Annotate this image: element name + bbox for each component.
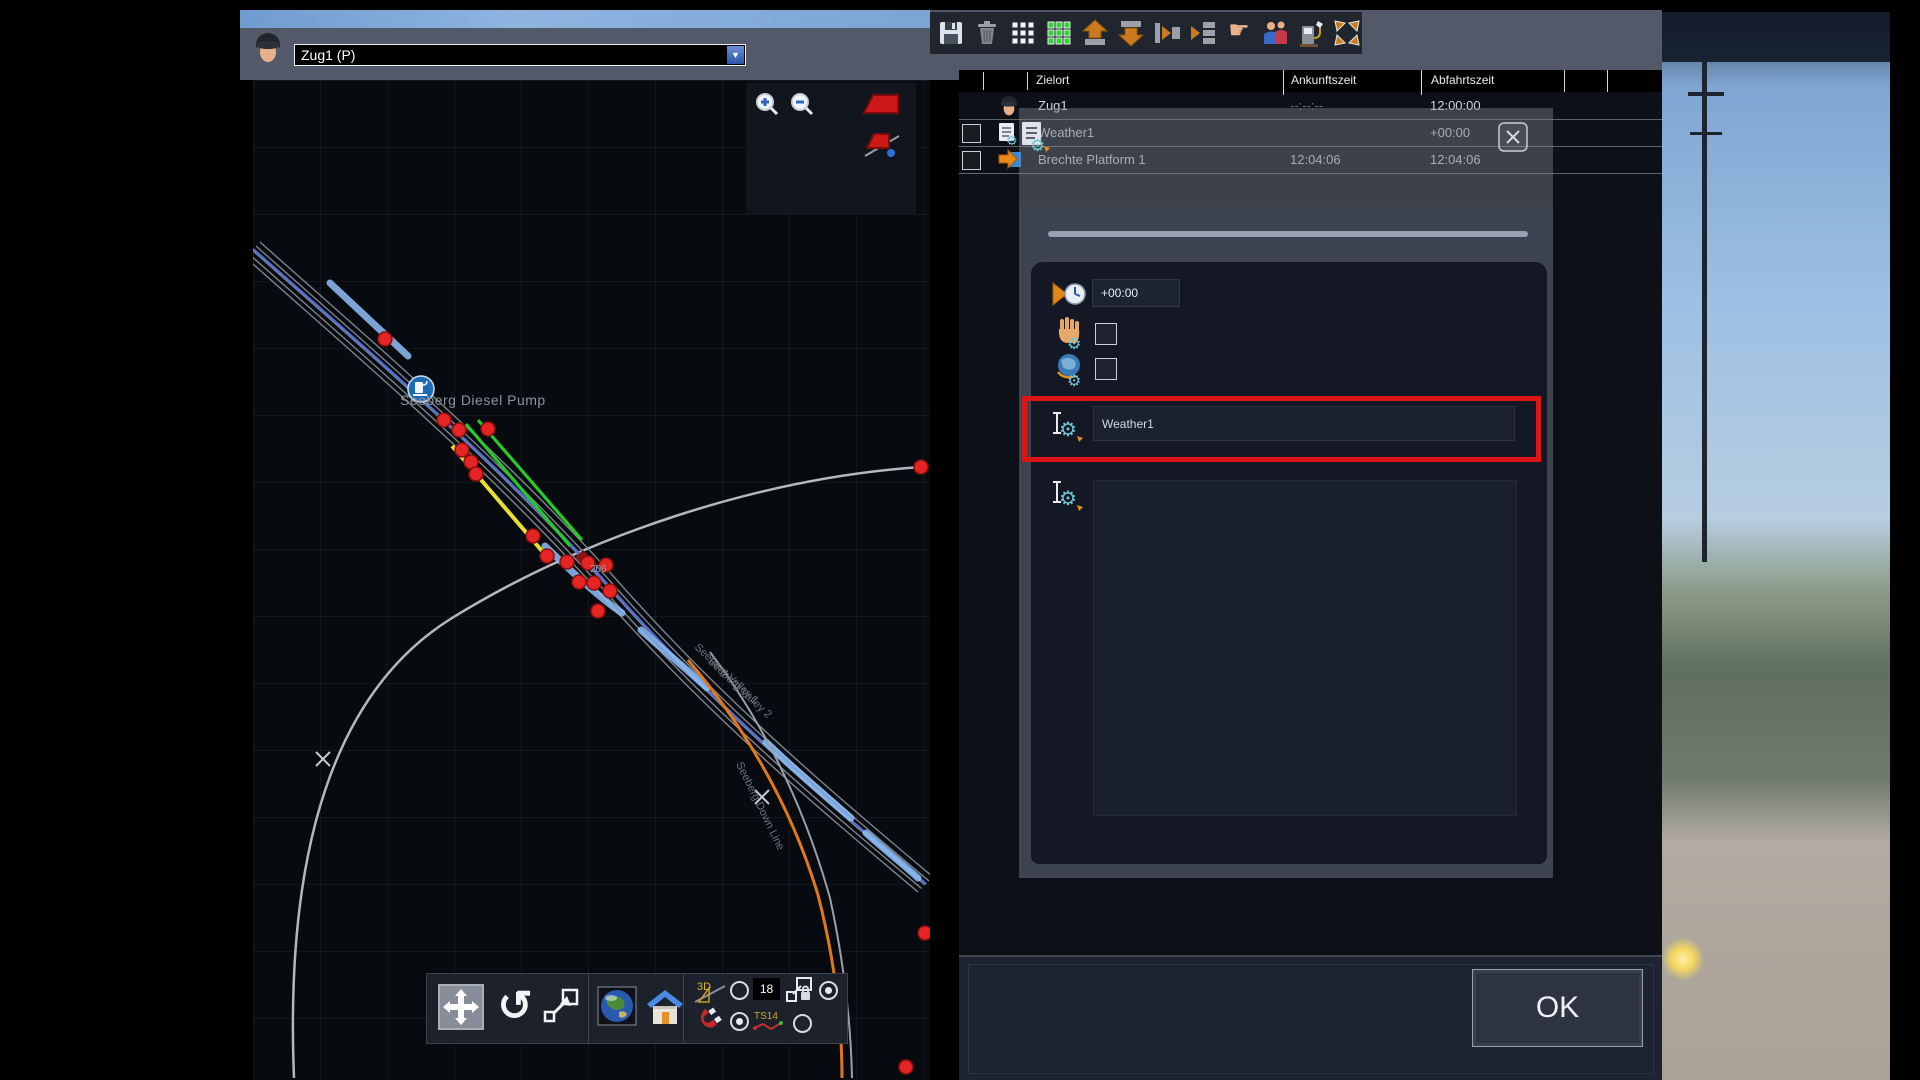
zoom-in-button[interactable]: [753, 90, 781, 118]
header-cell-empty: [1027, 72, 1028, 90]
screen: Zug1 (P) ▼ ☛: [0, 0, 1920, 1080]
dropdown-arrow-button[interactable]: ▼: [727, 46, 744, 64]
magnet-radio[interactable]: [730, 1012, 749, 1031]
insert-after-button[interactable]: [1188, 18, 1218, 48]
sky-strip: [240, 10, 930, 28]
bottom-action-panel: OK: [959, 955, 1662, 1080]
gradient-radio[interactable]: [730, 981, 749, 1000]
instruction-dialog: +00:00 ⚙ ⚙ ⚙ Weather1 ⚙: [1019, 108, 1553, 878]
rotate-tool-button[interactable]: ↺: [493, 982, 537, 1030]
map-canvas: Seeberg Diesel Pump 206 Seeberg Valley 1…: [253, 80, 930, 1080]
departure-time-icon: [1051, 278, 1089, 310]
select-pointer-button[interactable]: ☛: [1224, 16, 1254, 46]
catenary-pole: [1702, 62, 1707, 562]
header-cell-empty: [1564, 70, 1565, 92]
close-button[interactable]: [1498, 122, 1528, 152]
rename-weather-gear-icon: ⚙: [1049, 408, 1085, 442]
map-toolbar: ↺ 3D 18 TS14: [426, 973, 848, 1044]
pole-crossarm: [1688, 92, 1724, 96]
save-button[interactable]: [936, 18, 966, 48]
magnet-snap-icon[interactable]: [693, 1006, 725, 1032]
world-checkbox[interactable]: [1095, 358, 1117, 380]
route-map[interactable]: Seeberg Diesel Pump 206 Seeberg Valley 1…: [253, 80, 930, 1080]
ts14-icon[interactable]: TS14: [753, 1008, 785, 1032]
right-edge-bar: [1890, 0, 1920, 1080]
svg-text:⚙: ⚙: [1006, 133, 1018, 145]
gradient-3d-label: 3D: [697, 981, 711, 993]
dialog-divider-handle[interactable]: [1048, 231, 1528, 237]
passengers-button[interactable]: [1260, 18, 1290, 48]
move-selection-button[interactable]: [541, 986, 581, 1026]
track-marker-cross: [316, 752, 769, 804]
svg-text:⚙: ⚙: [1030, 136, 1045, 152]
toolbar-divider: [588, 974, 589, 1043]
game-world-strip: [1662, 0, 1890, 1080]
timetable-header: Zielort Ankunftszeit Abfahrtszeit: [959, 70, 1662, 92]
left-edge-bar: [0, 0, 240, 1080]
header-cell-zielort[interactable]: Zielort: [1036, 73, 1069, 87]
home-view-button[interactable]: [645, 988, 685, 1026]
driver-avatar: [254, 30, 282, 66]
grid-large-button[interactable]: [1044, 18, 1074, 48]
map-label-platform-2: Seeberg Valley 2: [705, 655, 774, 720]
svg-text:⚙: ⚙: [1067, 373, 1081, 388]
delete-button[interactable]: [972, 18, 1002, 48]
header-cell-empty: [983, 72, 984, 90]
main-toolbar: ☛: [930, 12, 1362, 54]
gradient-3d-icon[interactable]: 3D: [693, 978, 727, 1006]
wait-checkbox[interactable]: [1095, 323, 1117, 345]
weather-notes-field[interactable]: [1093, 480, 1517, 816]
train-selector[interactable]: Zug1 (P) ▼: [294, 44, 746, 66]
train-selector-value: Zug1 (P): [301, 45, 355, 65]
ts14-label: TS14: [754, 1011, 778, 1022]
zoom-out-button[interactable]: [788, 90, 816, 118]
svg-text:⚙: ⚙: [1067, 336, 1081, 351]
move-down-button[interactable]: [1116, 18, 1146, 48]
insert-before-button[interactable]: [1152, 18, 1182, 48]
departure-offset-field[interactable]: +00:00: [1092, 279, 1180, 307]
pole-crossarm: [1690, 132, 1722, 135]
dragged-weather-icon: ⚙: [1020, 120, 1050, 152]
map-label-diesel-pump: Seeberg Diesel Pump: [400, 392, 546, 408]
map-label-line: Seeberg Down Line: [733, 760, 786, 852]
lens-flare: [1662, 938, 1704, 980]
row-checkbox[interactable]: [962, 151, 981, 170]
row-checkbox[interactable]: [962, 124, 981, 143]
gradient-full-button[interactable]: [861, 92, 901, 116]
route-nodes[interactable]: [378, 332, 930, 1074]
move-up-button[interactable]: [1080, 18, 1110, 48]
driver-row-icon: [999, 94, 1019, 118]
world-gear-icon: ⚙: [1054, 352, 1086, 388]
weather-name-field[interactable]: Weather1: [1093, 406, 1515, 441]
svg-text:⚙: ⚙: [1059, 419, 1077, 441]
svg-text:⚙: ⚙: [1059, 488, 1077, 510]
world-view-button[interactable]: [597, 986, 637, 1026]
refuel-button[interactable]: [1296, 18, 1326, 48]
rename-weather-gear-icon-2: ⚙: [1049, 477, 1085, 511]
wait-hand-gear-icon: ⚙: [1054, 317, 1086, 351]
gradient-partial-button[interactable]: [863, 126, 903, 162]
ok-button[interactable]: OK: [1472, 969, 1643, 1047]
collapse-button[interactable]: [1332, 18, 1362, 48]
header-cell-empty: [1607, 70, 1608, 92]
pan-tool-button[interactable]: [438, 984, 484, 1030]
weather-event-icon: ⚙: [997, 121, 1021, 145]
map-controls-panel: [746, 83, 916, 214]
link-lock-icon[interactable]: [785, 976, 815, 1006]
grid-small-button[interactable]: [1008, 18, 1038, 48]
snap-value-box[interactable]: 18: [753, 978, 780, 1000]
link-radio[interactable]: [819, 981, 838, 1000]
map-label-206: 206: [590, 564, 607, 575]
ts14-radio[interactable]: [793, 1014, 812, 1033]
